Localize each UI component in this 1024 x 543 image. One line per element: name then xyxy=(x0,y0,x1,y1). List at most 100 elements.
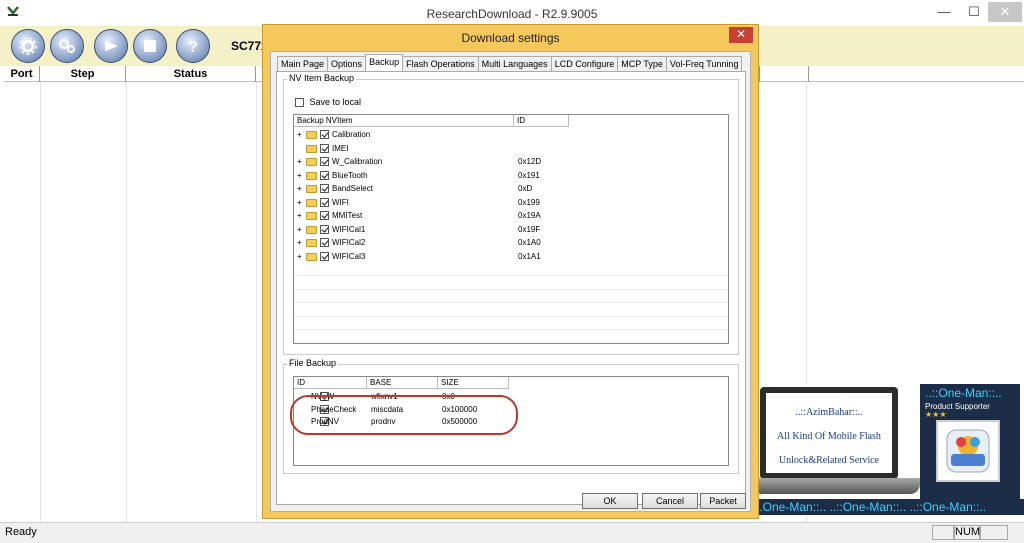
nv-item-row[interactable]: + WIFICal2 0x1A0 xyxy=(294,236,728,249)
expand-toggle-icon[interactable]: + xyxy=(297,212,302,220)
nv-item-row[interactable]: + BandSelect 0xD xyxy=(294,182,728,195)
nv-item-checkbox[interactable] xyxy=(320,251,329,261)
file-backup-label: File Backup xyxy=(287,358,339,368)
ok-button[interactable]: OK xyxy=(582,493,638,509)
nv-empty-row xyxy=(294,304,728,317)
nv-item-name: IMEI xyxy=(332,143,349,153)
expand-toggle-icon[interactable]: + xyxy=(297,131,302,139)
svg-text:?: ? xyxy=(188,39,198,55)
tab-options[interactable]: Options xyxy=(327,56,367,71)
column-step[interactable]: Step xyxy=(40,66,126,82)
maximize-button[interactable]: ☐ xyxy=(960,2,988,22)
nv-item-name: Calibration xyxy=(332,130,371,139)
nv-item-backup-label: NV Item Backup xyxy=(287,73,357,83)
expand-toggle-icon[interactable]: + xyxy=(297,225,302,233)
nv-item-checkbox[interactable] xyxy=(320,130,329,139)
column-extra[interactable] xyxy=(759,66,809,82)
nv-item-checkbox[interactable] xyxy=(320,170,329,180)
nv-item-checkbox[interactable] xyxy=(320,224,329,234)
file-column-size[interactable]: SIZE xyxy=(438,377,509,389)
expand-toggle-icon[interactable]: + xyxy=(297,185,302,193)
nv-item-checkbox[interactable] xyxy=(320,238,329,247)
tab-mcp-type[interactable]: MCP Type xyxy=(617,56,667,71)
close-button[interactable]: ✕ xyxy=(988,2,1022,22)
main-titlebar: ResearchDownload - R2.9.9005 — ☐ ✕ xyxy=(0,0,1024,26)
folder-icon xyxy=(306,212,317,220)
nv-item-row[interactable]: + WIFICal3 0x1A1 xyxy=(294,250,728,263)
tab-main-page[interactable]: Main Page xyxy=(277,56,329,71)
folder-icon xyxy=(306,239,317,247)
status-cell-blank2 xyxy=(980,525,1008,540)
ad-right-title: ..::One-Man::.. xyxy=(925,386,1002,400)
nv-item-id: 0x19A xyxy=(518,211,541,220)
expand-toggle-icon[interactable]: + xyxy=(297,252,302,260)
folder-icon xyxy=(306,171,317,180)
stop-download-button[interactable] xyxy=(133,29,167,63)
nv-item-id: 0x1A0 xyxy=(518,238,541,247)
file-column-base[interactable]: BASE xyxy=(367,377,438,389)
nv-empty-row xyxy=(294,331,728,343)
status-num: NUM xyxy=(954,525,981,540)
gears-icon xyxy=(59,39,75,53)
nv-item-checkbox[interactable] xyxy=(320,211,329,220)
column-status[interactable]: Status xyxy=(126,66,256,82)
play-icon xyxy=(105,41,118,51)
nv-item-id: 0xD xyxy=(518,184,533,193)
mobileme-logo-icon xyxy=(936,420,1000,482)
ad-bottom-text: ..One-Man::.. ..::One-Man::.. ..::One-Ma… xyxy=(756,499,1024,515)
nv-item-checkbox[interactable] xyxy=(320,184,329,193)
dialog-close-button[interactable]: ✕ xyxy=(729,27,753,43)
nv-column-id[interactable]: ID xyxy=(514,115,569,127)
cancel-button[interactable]: Cancel xyxy=(642,493,698,509)
tab-lcd-configure[interactable]: LCD Configure xyxy=(550,56,619,71)
status-bar xyxy=(0,522,1024,543)
expand-toggle-icon[interactable]: + xyxy=(297,158,302,166)
ad-laptop-image: ..::AzimBahar::.. All Kind Of Mobile Fla… xyxy=(760,387,898,479)
backup-tab-panel: NV Item Backup Save to local Backup NVIt… xyxy=(276,71,746,505)
nv-empty-row xyxy=(294,317,728,330)
help-button[interactable]: ? xyxy=(176,29,210,63)
nv-item-id: 0x12D xyxy=(518,157,542,166)
nv-empty-row xyxy=(294,277,728,290)
nv-item-row[interactable]: + WIFI 0x199 xyxy=(294,196,728,209)
load-packet-button[interactable] xyxy=(11,29,45,63)
folder-icon xyxy=(306,252,317,261)
nv-item-row[interactable]: + BlueTooth 0x191 xyxy=(294,169,728,182)
nv-item-id: 0x191 xyxy=(518,170,540,180)
tab-vol-freq-tunning[interactable]: Vol-Freq Tunning xyxy=(665,56,743,71)
folder-icon xyxy=(306,185,317,193)
nv-item-name: WIFICal3 xyxy=(332,251,366,261)
minimize-button[interactable]: — xyxy=(930,2,958,22)
tab-multi-languages[interactable]: Multi Languages xyxy=(477,56,552,71)
nv-item-row[interactable]: IMEI xyxy=(294,142,728,155)
tab-flash-operations[interactable]: Flash Operations xyxy=(402,56,479,71)
ad-line-1: ..::AzimBahar::.. xyxy=(795,407,863,418)
packet-button[interactable]: Packet xyxy=(700,493,746,509)
save-to-local-label[interactable]: Save to local xyxy=(310,97,362,107)
nv-item-list[interactable]: Backup NVItem ID + Calibration IMEI + W_Cali… xyxy=(293,114,729,344)
save-to-local-checkbox[interactable] xyxy=(295,98,304,108)
file-column-id[interactable]: ID xyxy=(294,377,367,389)
folder-icon xyxy=(306,158,317,166)
start-download-button[interactable] xyxy=(94,29,128,63)
tab-backup[interactable]: Backup xyxy=(365,54,404,71)
expand-toggle-icon[interactable]: + xyxy=(297,198,302,206)
nv-item-row[interactable]: + W_Calibration 0x12D xyxy=(294,155,728,168)
column-port[interactable]: Port xyxy=(4,66,40,82)
nv-column-name[interactable]: Backup NVItem xyxy=(294,115,514,127)
settings-tabs: Main Page Options Backup Flash Operations Mu… xyxy=(277,54,743,71)
settings-button[interactable] xyxy=(50,29,84,63)
folder-icon xyxy=(306,225,317,234)
nv-item-row[interactable]: + WIFICal1 0x19F xyxy=(294,223,728,236)
nv-item-checkbox[interactable] xyxy=(320,143,329,153)
save-to-local-row: Save to local xyxy=(295,97,362,108)
nv-item-checkbox[interactable] xyxy=(320,157,329,166)
expand-toggle-icon[interactable]: + xyxy=(297,171,302,179)
nv-item-row[interactable]: + Calibration xyxy=(294,128,728,141)
nv-item-row[interactable]: + MMITest 0x19A xyxy=(294,209,728,222)
folder-icon xyxy=(306,131,317,139)
nv-item-name: BlueTooth xyxy=(332,170,368,180)
status-text: Ready xyxy=(5,526,37,538)
expand-toggle-icon[interactable]: + xyxy=(297,239,302,247)
nv-item-checkbox[interactable] xyxy=(320,197,329,207)
